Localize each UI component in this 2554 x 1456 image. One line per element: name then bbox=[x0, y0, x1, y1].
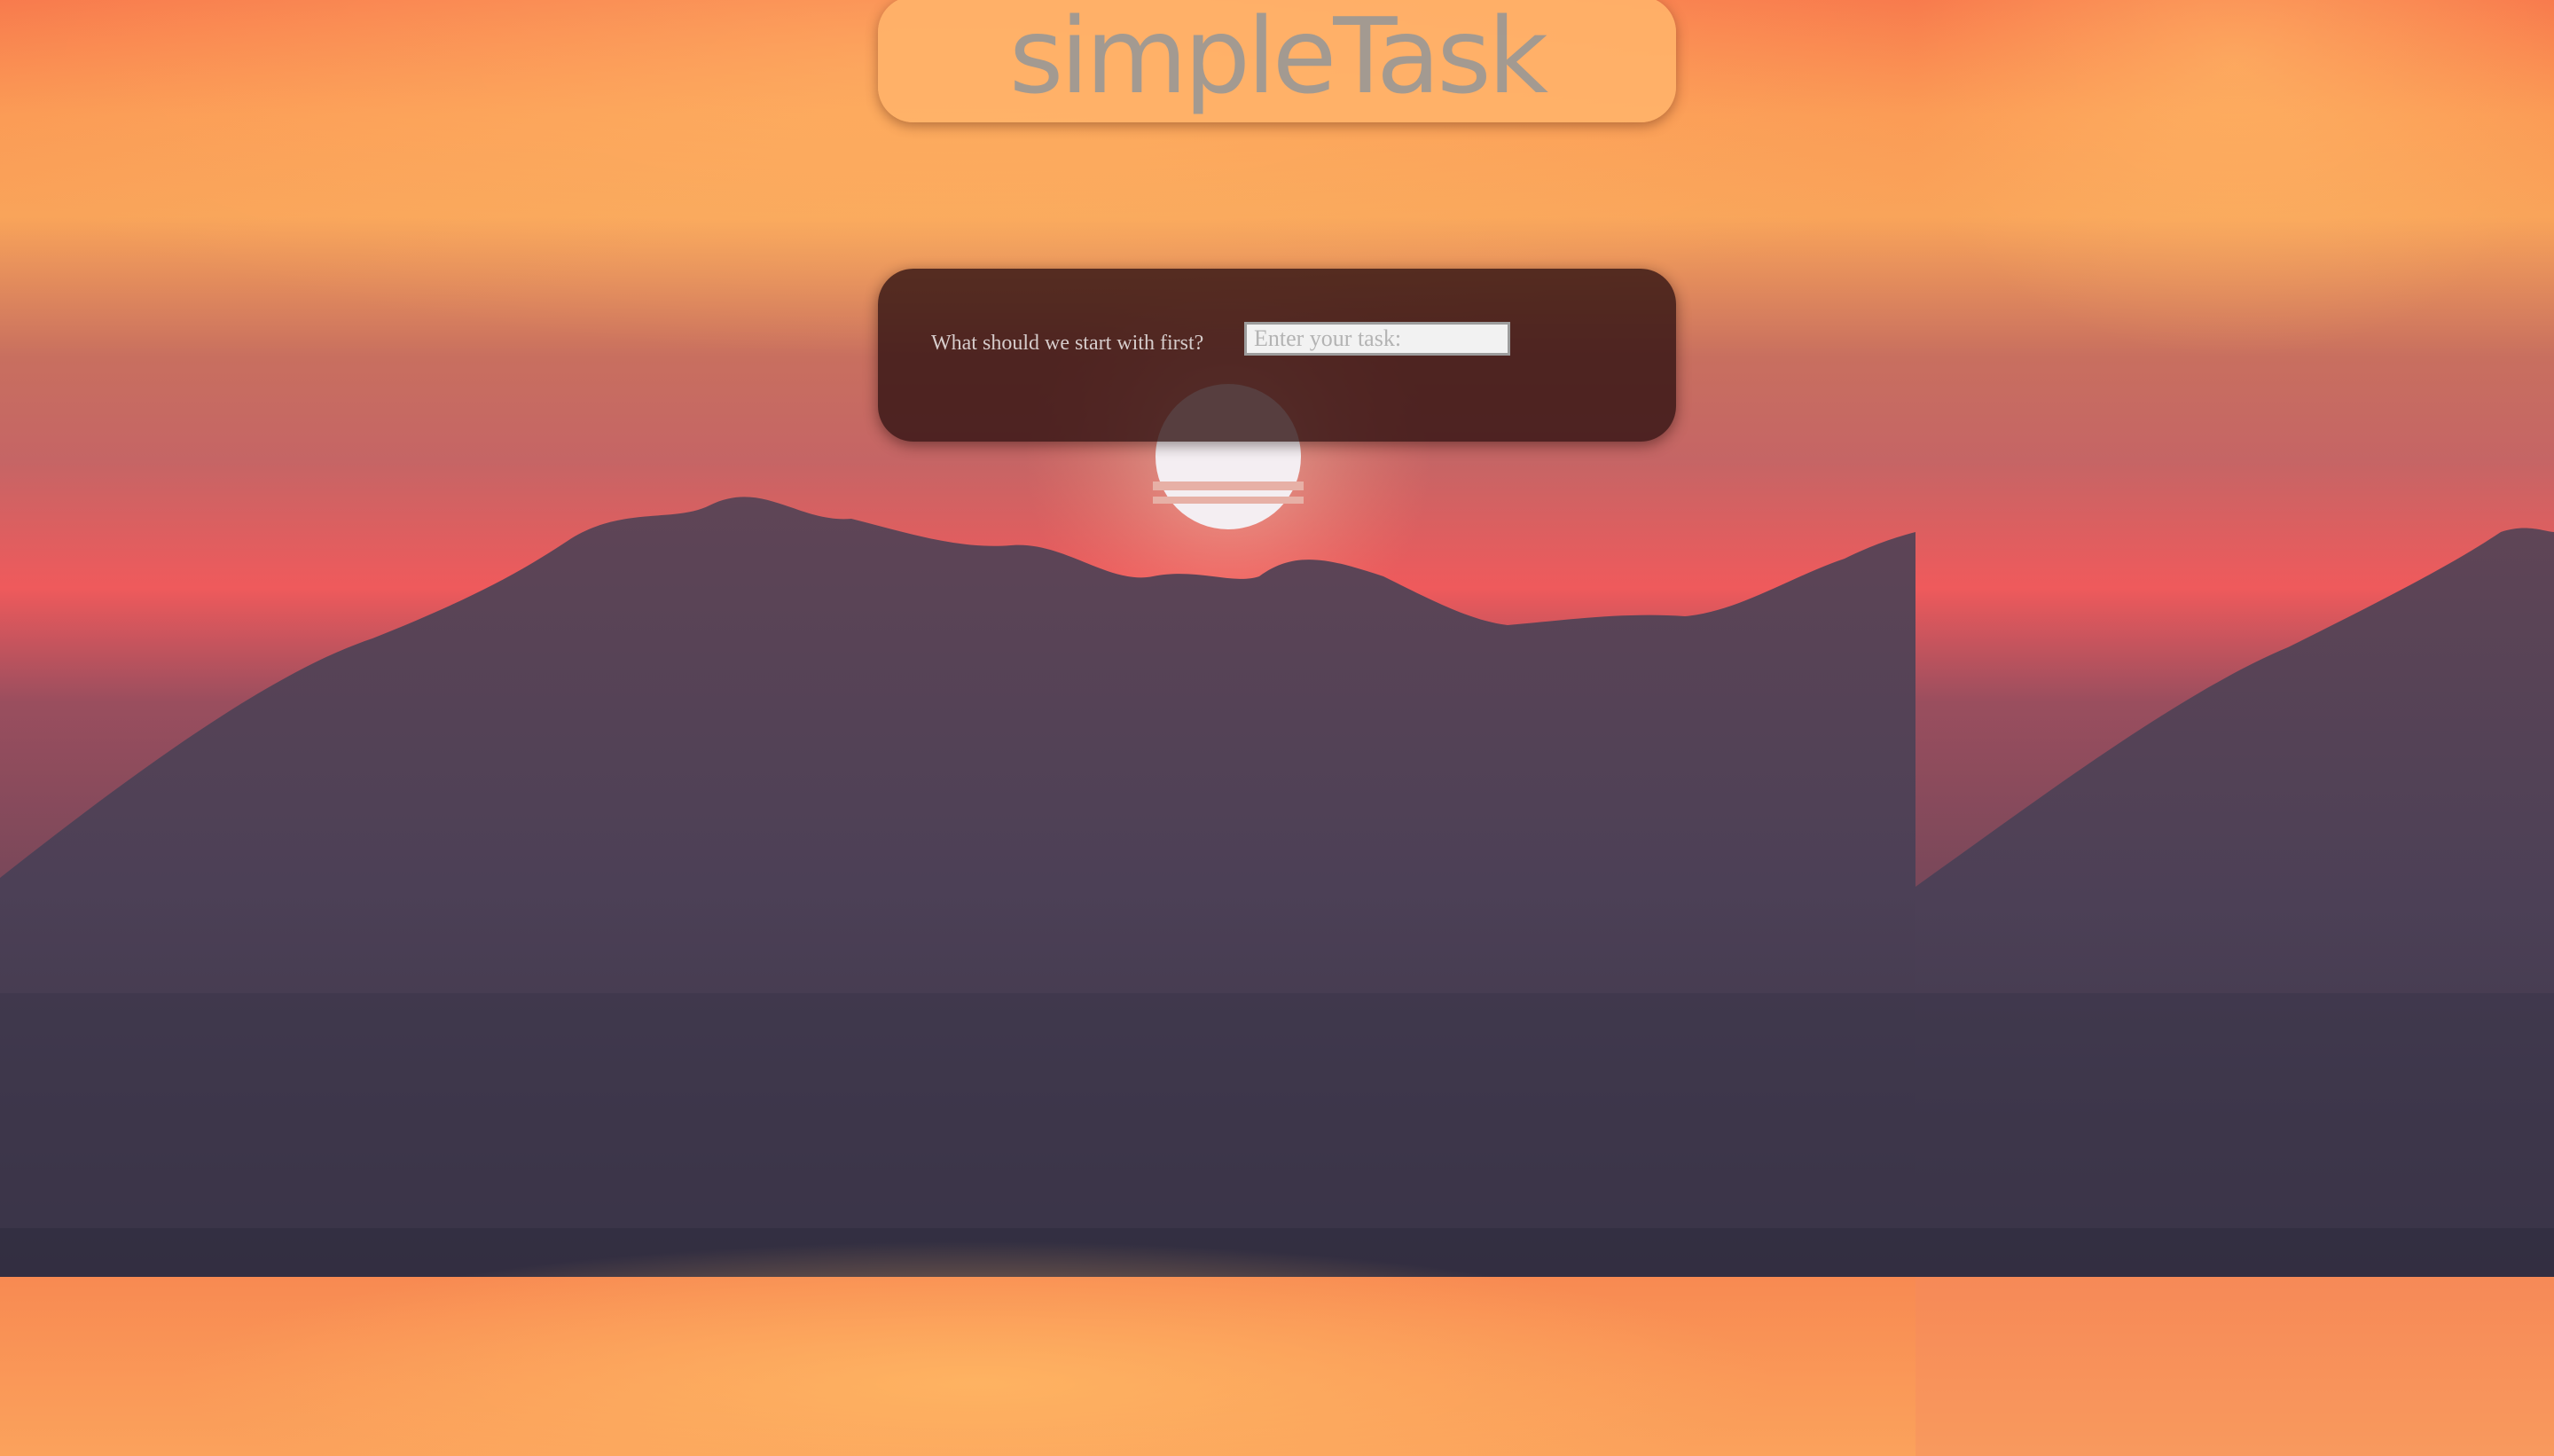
background-image bbox=[0, 0, 2554, 1456]
task-input[interactable] bbox=[1244, 322, 1510, 356]
header-panel: simpleTask bbox=[878, 0, 1676, 122]
task-prompt-label: What should we start with first? bbox=[931, 332, 1204, 355]
task-entry-panel: What should we start with first? bbox=[878, 269, 1676, 442]
app-title: simpleTask bbox=[1008, 0, 1548, 117]
